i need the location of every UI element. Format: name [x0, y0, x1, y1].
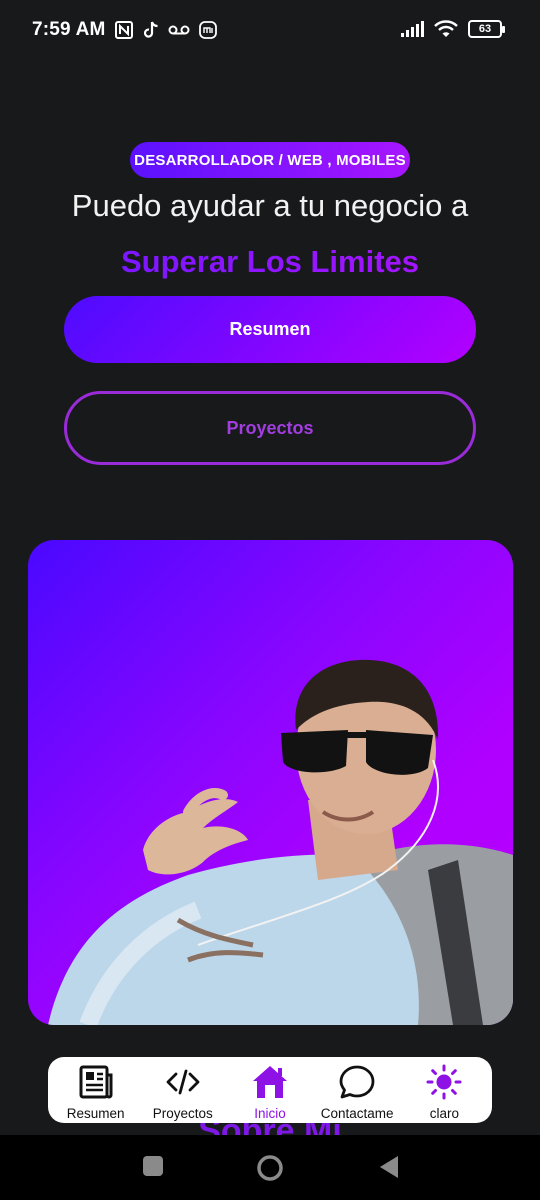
nfc-icon [114, 21, 133, 39]
hero-title: Puedo ayudar a tu negocio a [71, 188, 469, 223]
nav-label-inicio: Inicio [254, 1106, 286, 1121]
nav-item-resumen[interactable]: Resumen [53, 1063, 139, 1121]
tiktok-icon [143, 21, 158, 38]
profile-photo [48, 659, 513, 1025]
resumen-button[interactable]: Resumen [64, 296, 476, 363]
battery-level: 63 [478, 23, 492, 35]
nav-label-proyectos: Proyectos [152, 1106, 213, 1121]
system-navigation-bar [0, 1135, 540, 1200]
role-badge: DESARROLLADOR / WEB , MOBILES [130, 142, 410, 178]
profile-photo-card [28, 540, 513, 1025]
sun-icon [426, 1064, 462, 1100]
home-icon [252, 1066, 287, 1098]
back-button[interactable] [378, 1155, 400, 1179]
nav-item-claro[interactable]: claro [401, 1063, 487, 1121]
nav-item-proyectos[interactable]: Proyectos [140, 1063, 226, 1121]
battery-indicator: 63 [468, 20, 505, 38]
chat-bubble-icon [339, 1065, 375, 1099]
nav-item-inicio[interactable]: Inicio [227, 1063, 313, 1121]
code-icon [166, 1069, 200, 1095]
newspaper-icon [79, 1065, 113, 1099]
nav-label-resumen: Resumen [66, 1106, 125, 1121]
home-button[interactable] [256, 1154, 284, 1182]
hero-highlight: Superar Los Limites [0, 242, 540, 282]
recents-button[interactable] [142, 1155, 164, 1177]
status-bar: 7:59 AM 63 [0, 0, 540, 60]
status-time: 7:59 AM [32, 19, 106, 40]
nav-label-claro: claro [429, 1106, 459, 1121]
mi-icon [198, 21, 217, 39]
wifi-icon [434, 20, 458, 37]
nav-item-contactame[interactable]: Contactame [314, 1063, 400, 1121]
signal-icon [401, 21, 424, 37]
bottom-navigation: Resumen Proyectos Inicio Contactame clar… [48, 1057, 492, 1123]
voicemail-icon [168, 25, 190, 35]
app-screen: 7:59 AM 63 DESARROLLADOR / WEB , MOBILES… [0, 0, 540, 1200]
nav-label-contactame: Contactame [320, 1106, 394, 1121]
proyectos-button[interactable]: Proyectos [64, 391, 476, 465]
